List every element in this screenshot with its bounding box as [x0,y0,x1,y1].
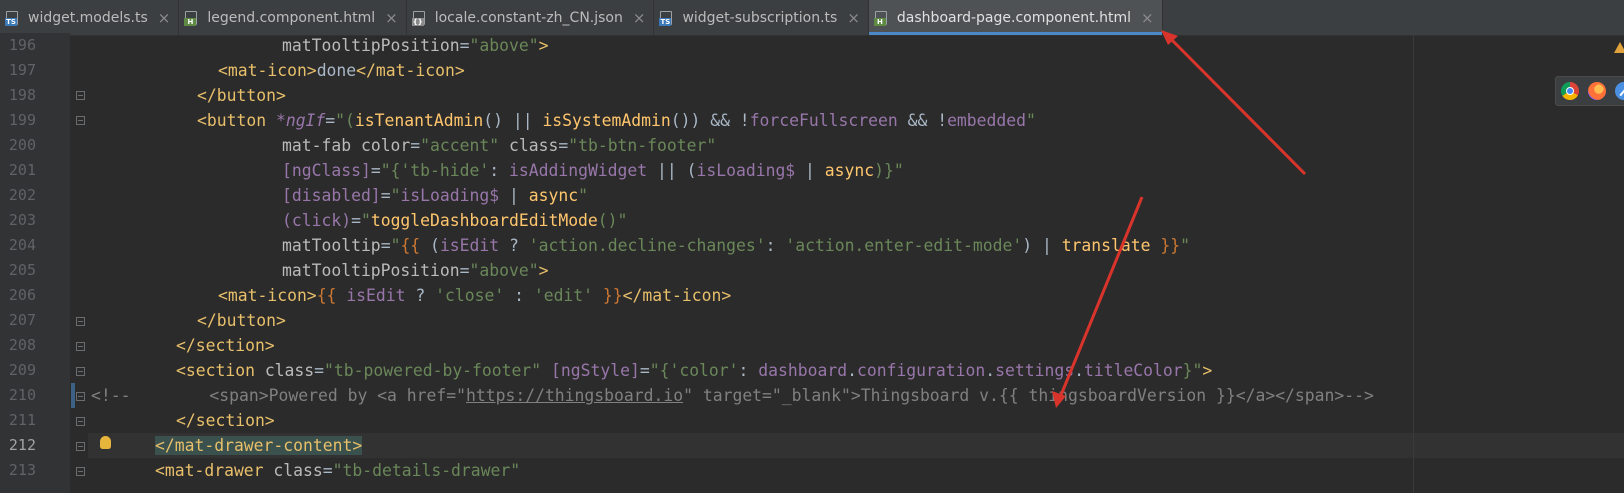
line-number: 199 [8,111,36,129]
tab-label: dashboard-page.component.html [896,9,1131,26]
line-number: 204 [8,236,36,254]
code-line: matTooltip="{{ (isEdit ? 'action.decline… [282,236,1190,255]
line-number: 202 [8,186,36,204]
fold-marker-icon[interactable] [76,91,85,100]
fold-marker-icon[interactable] [76,342,85,351]
fold-marker-icon[interactable] [76,367,85,376]
line-number: 207 [8,311,36,329]
code-line: [disabled]="isLoading$ | async" [282,186,588,205]
code-line: </section> [176,336,275,355]
close-icon[interactable]: × [1141,9,1154,27]
close-icon[interactable]: × [158,9,171,27]
tab-label: widget.models.ts [28,9,148,26]
code-line: (click)="toggleDashboardEditMode()" [282,211,628,230]
line-number: 196 [8,36,36,54]
line-number: 206 [8,286,36,304]
code-line: matTooltipPosition="above"> [282,36,549,55]
code-line: </section> [176,411,275,430]
code-line: <section class="tb-powered-by-footer" [n… [176,361,1213,380]
code-line: mat-fab color="accent" class="tb-btn-foo… [282,136,717,155]
json-file-icon: {} [411,10,428,26]
code-line: <mat-icon>done</mat-icon> [218,61,465,80]
fold-marker-icon[interactable] [76,317,85,326]
line-number: 200 [8,136,36,154]
code-editor[interactable]: matTooltipPosition="above"> <mat-icon>do… [88,33,1624,493]
change-marker[interactable] [71,383,75,408]
code-line-current: </mat-drawer-content> [155,436,363,455]
line-number: 197 [8,61,36,79]
fold-marker-icon[interactable] [76,442,85,451]
line-number-current: 212 [8,436,36,454]
close-icon[interactable]: × [847,9,860,27]
line-number: 203 [8,211,36,229]
html-file-icon: H [873,10,890,26]
code-line: </button> [197,86,286,105]
code-line: <button *ngIf="(isTenantAdmin() || isSys… [197,111,1036,130]
tab-label: widget-subscription.ts [682,9,838,26]
line-number: 209 [8,361,36,379]
html-file-icon: H [184,10,200,26]
typescript-file-icon: TS [5,10,21,26]
tab-legend-component[interactable]: H legend.component.html × [179,0,407,35]
line-number-gutter[interactable]: 196 197 198 199 200 201 202 203 204 205 … [0,33,70,493]
code-line: [ngClass]="{'tb-hide': isAddingWidget ||… [282,161,904,180]
tab-label: locale.constant-zh_CN.json [434,9,623,26]
safari-icon[interactable] [1615,82,1624,100]
fold-marker-icon[interactable] [76,392,85,401]
code-line-comment: <!-- <span>Powered by <a href="https://t… [91,386,1374,405]
tab-locale-constant[interactable]: {} locale.constant-zh_CN.json × [407,0,655,35]
typescript-file-icon: TS [659,10,675,26]
warning-icon[interactable] [1614,42,1624,53]
line-number: 201 [8,161,36,179]
code-line: </button> [197,311,286,330]
line-number: 205 [8,261,36,279]
fold-marker-icon[interactable] [76,467,85,476]
tab-dashboard-page-component[interactable]: H dashboard-page.component.html × [868,0,1163,35]
line-number: 211 [8,411,36,429]
close-icon[interactable]: × [633,9,646,27]
line-number: 198 [8,86,36,104]
fold-marker-icon[interactable] [76,116,85,125]
comment-url-link: https://thingsboard.io [466,386,684,405]
code-line: matTooltipPosition="above"> [282,261,549,280]
tab-label: legend.component.html [207,9,376,26]
firefox-icon[interactable] [1588,82,1606,100]
tab-widget-subscription[interactable]: TS widget-subscription.ts × [654,0,869,35]
code-line: <mat-icon>{{ isEdit ? 'close' : 'edit' }… [218,286,732,305]
tab-widget-models[interactable]: TS widget.models.ts × [0,0,180,35]
browser-preview-toolbar [1555,76,1624,106]
fold-marker-icon[interactable] [76,417,85,426]
line-number: 208 [8,336,36,354]
line-number: 210 [8,386,36,404]
editor-tab-bar: TS widget.models.ts × H legend.component… [0,0,1624,36]
code-line: <mat-drawer class="tb-details-drawer" [155,461,521,480]
line-number: 213 [8,461,36,479]
chrome-icon[interactable] [1561,82,1579,100]
close-icon[interactable]: × [385,9,398,27]
